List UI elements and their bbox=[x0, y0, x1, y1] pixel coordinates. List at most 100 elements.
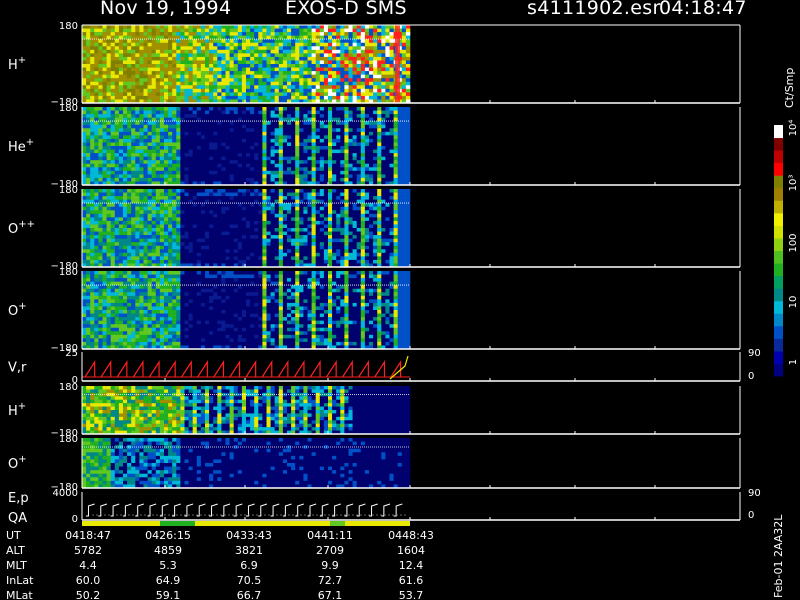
heatmap-cell bbox=[180, 78, 185, 83]
heatmap-cell bbox=[209, 46, 214, 51]
heatmap-cell bbox=[385, 64, 390, 68]
heatmap-cell bbox=[262, 245, 267, 250]
heatmap-cell bbox=[385, 85, 390, 90]
heatmap-cell bbox=[356, 138, 362, 143]
heatmap-cell bbox=[319, 245, 325, 250]
heatmap-cell bbox=[295, 206, 300, 211]
heatmap-cell bbox=[102, 46, 107, 51]
heatmap-cell bbox=[200, 238, 206, 243]
heatmap-cell bbox=[356, 163, 362, 168]
heatmap-cell bbox=[246, 56, 251, 61]
heatmap-cell bbox=[200, 231, 206, 236]
heatmap-cell bbox=[192, 242, 198, 247]
heatmap-cell bbox=[159, 235, 165, 239]
heatmap-cell bbox=[90, 53, 95, 58]
heatmap-cell bbox=[266, 121, 271, 126]
heatmap-cell bbox=[270, 228, 275, 232]
heatmap-cell bbox=[266, 138, 271, 143]
heatmap-cell bbox=[225, 46, 230, 51]
heatmap-cell bbox=[389, 107, 394, 111]
heatmap-cell bbox=[258, 124, 263, 129]
heatmap-cell bbox=[98, 74, 103, 79]
heatmap-cell bbox=[241, 177, 247, 182]
heatmap-cell bbox=[282, 110, 288, 115]
heatmap-cell bbox=[229, 25, 234, 29]
heatmap-cell bbox=[381, 156, 386, 161]
heatmap-cell bbox=[389, 160, 394, 165]
heatmap-cell bbox=[241, 42, 247, 47]
heatmap-cell bbox=[397, 121, 403, 126]
heatmap-cell bbox=[94, 245, 99, 250]
heatmap-cell bbox=[336, 128, 341, 133]
heatmap-cell bbox=[381, 56, 386, 61]
heatmap-cell bbox=[180, 32, 185, 36]
heatmap-cell bbox=[151, 56, 157, 61]
heatmap-cell bbox=[258, 56, 263, 61]
heatmap-cell bbox=[98, 210, 103, 215]
heatmap-cell bbox=[123, 224, 128, 229]
heatmap-cell bbox=[118, 259, 124, 264]
heatmap-cell bbox=[106, 259, 111, 264]
heatmap-cell bbox=[332, 121, 337, 126]
heatmap-cell bbox=[328, 71, 333, 75]
heatmap-cell bbox=[270, 78, 275, 83]
heatmap-cell bbox=[233, 160, 239, 165]
heatmap-cell bbox=[336, 121, 341, 126]
heatmap-cell bbox=[151, 170, 157, 175]
heatmap-cell bbox=[303, 210, 308, 215]
heatmap-cell bbox=[336, 189, 341, 193]
heatmap-cell bbox=[168, 249, 173, 254]
heatmap-cell bbox=[90, 114, 95, 118]
heatmap-cell bbox=[114, 231, 120, 236]
heatmap-cell bbox=[295, 88, 300, 93]
heatmap-cell bbox=[110, 256, 116, 261]
heatmap-cell bbox=[90, 138, 95, 143]
heatmap-cell bbox=[143, 256, 148, 261]
heatmap-cell bbox=[106, 81, 111, 86]
heatmap-cell bbox=[332, 231, 337, 236]
heatmap-cell bbox=[94, 146, 99, 150]
heatmap-cell bbox=[233, 60, 239, 65]
heatmap-cell bbox=[401, 114, 407, 118]
heatmap-cell bbox=[311, 42, 316, 47]
heatmap-cell bbox=[315, 142, 321, 147]
heatmap-cell bbox=[151, 220, 157, 225]
heatmap-cell bbox=[315, 49, 321, 54]
heatmap-cell bbox=[180, 42, 185, 47]
heatmap-cell bbox=[225, 131, 230, 136]
heatmap-cell bbox=[159, 81, 165, 86]
heatmap-cell bbox=[282, 217, 288, 222]
heatmap-cell bbox=[102, 256, 107, 261]
heatmap-cell bbox=[147, 256, 152, 261]
heatmap-cell bbox=[246, 121, 251, 126]
heatmap-cell bbox=[221, 138, 226, 143]
heatmap-cell bbox=[278, 203, 284, 208]
heatmap-cell bbox=[262, 85, 267, 90]
heatmap-cell bbox=[184, 71, 189, 75]
heatmap-cell bbox=[155, 74, 161, 79]
heatmap-cell bbox=[114, 206, 120, 211]
heatmap-cell bbox=[139, 131, 144, 136]
heatmap-cell bbox=[200, 213, 206, 218]
heatmap-cell bbox=[233, 238, 239, 243]
heatmap-cell bbox=[340, 245, 345, 250]
heatmap-cell bbox=[233, 170, 239, 175]
heatmap-cell bbox=[123, 163, 128, 168]
heatmap-cell bbox=[139, 256, 144, 261]
heatmap-cell bbox=[209, 124, 214, 129]
heatmap-cell bbox=[217, 46, 222, 51]
heatmap-cell bbox=[123, 220, 128, 225]
heatmap-cell bbox=[184, 256, 189, 261]
heatmap-cell bbox=[159, 95, 165, 100]
heatmap-cell bbox=[377, 167, 382, 172]
heatmap-cell bbox=[180, 28, 185, 33]
heatmap-cell bbox=[151, 124, 157, 129]
heatmap-cell bbox=[377, 88, 382, 93]
heatmap-cell bbox=[237, 114, 243, 118]
heatmap-cell bbox=[192, 220, 198, 225]
heatmap-cell bbox=[323, 121, 329, 126]
heatmap-cell bbox=[90, 146, 95, 150]
heatmap-cell bbox=[94, 196, 99, 200]
heatmap-cell bbox=[274, 231, 280, 236]
heatmap-cell bbox=[332, 25, 337, 29]
